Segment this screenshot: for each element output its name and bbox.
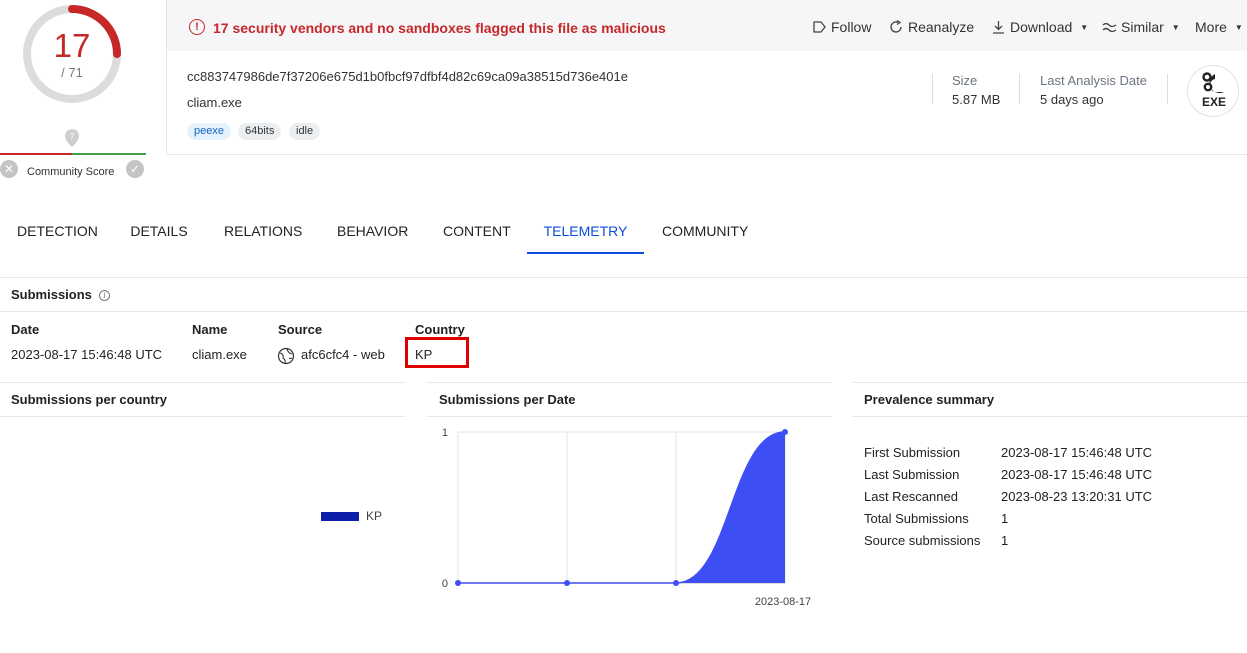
divider — [427, 416, 832, 417]
detection-count: 17 — [53, 27, 91, 64]
divider — [852, 382, 1247, 383]
divider — [0, 416, 405, 417]
x-tick-label: 2023-08-17 — [755, 596, 811, 608]
tab-detection[interactable]: DETECTION — [17, 210, 98, 254]
tab-behavior[interactable]: BEHAVIOR — [337, 210, 408, 254]
column-header-source: Source — [278, 322, 323, 337]
gears-icon — [1202, 72, 1224, 94]
tab-content[interactable]: CONTENT — [443, 210, 511, 254]
submissions-per-date-chart: 1 0 2023-08-17 — [442, 427, 811, 608]
source-submissions-value: 1 — [1001, 533, 1009, 548]
chevron-down-icon: ▼ — [1171, 22, 1180, 32]
tag-64bits[interactable]: 64bits — [238, 123, 282, 140]
vote-malicious-icon[interactable]: ✕ — [0, 160, 18, 178]
y-tick-label: 1 — [442, 427, 448, 439]
last-analysis-label: Last Analysis Date — [1040, 73, 1147, 88]
community-score-label: Community Score — [27, 166, 115, 178]
size-value: 5.87 MB — [952, 92, 1001, 107]
legend-label-kp: KP — [366, 509, 383, 523]
download-button[interactable]: Download ▼ — [991, 19, 1088, 35]
tag-idle[interactable]: idle — [289, 123, 321, 140]
size-label: Size — [952, 73, 978, 88]
download-icon — [993, 21, 1004, 34]
reanalyze-button[interactable]: Reanalyze — [889, 19, 974, 35]
per-date-title: Submissions per Date — [439, 392, 576, 407]
data-point — [564, 580, 570, 586]
divider — [852, 416, 1247, 417]
submission-date: 2023-08-17 15:46:48 UTC — [11, 347, 163, 362]
legend-swatch-kp — [321, 512, 359, 521]
tab-telemetry[interactable]: TELEMETRY — [527, 210, 644, 254]
submission-source[interactable]: afc6cfc4 - web — [301, 347, 385, 362]
refresh-icon — [890, 20, 902, 33]
last-rescanned-value: 2023-08-23 13:20:31 UTC — [1001, 489, 1153, 504]
follow-icon — [813, 21, 826, 33]
engine-total: / 71 — [61, 65, 83, 80]
tab-details[interactable]: DETAILS — [130, 210, 188, 254]
column-header-date: Date — [11, 322, 40, 337]
divider — [1167, 74, 1168, 104]
data-point — [455, 580, 461, 586]
similar-button[interactable]: Similar ▼ — [1102, 19, 1180, 35]
globe-icon — [277, 347, 295, 365]
data-point — [782, 429, 788, 435]
divider — [0, 311, 1247, 312]
svg-text:?: ? — [70, 132, 75, 141]
more-label: More — [1195, 19, 1227, 35]
alert-bar: ! 17 security vendors and no sandboxes f… — [167, 0, 1247, 51]
first-submission-value: 2023-08-17 15:46:48 UTC — [1001, 445, 1153, 460]
file-header-card: ! 17 security vendors and no sandboxes f… — [166, 0, 1247, 155]
vote-harmless-icon[interactable]: ✓ — [126, 160, 144, 178]
tag-peexe[interactable]: peexe — [187, 123, 231, 140]
follow-button[interactable]: Follow — [812, 19, 871, 35]
more-button[interactable]: More ▼ — [1195, 19, 1243, 35]
file-hash[interactable]: cc883747986de7f37206e675d1b0fbcf97dfbf4d… — [187, 69, 628, 84]
last-analysis-value: 5 days ago — [1040, 92, 1104, 107]
chevron-down-icon: ▼ — [1080, 22, 1089, 32]
download-label: Download — [1010, 19, 1073, 35]
prevalence-title: Prevalence summary — [864, 392, 995, 407]
detection-score-widget: 17 / 71 ? ✕ Community Score ✓ — [0, 0, 148, 185]
similar-label: Similar — [1121, 19, 1164, 35]
total-submissions-label: Total Submissions — [864, 511, 969, 526]
submission-name: cliam.exe — [192, 347, 247, 362]
divider — [0, 382, 405, 383]
reanalyze-label: Reanalyze — [908, 19, 975, 35]
tab-community[interactable]: COMMUNITY — [662, 210, 748, 254]
last-rescanned-label: Last Rescanned — [864, 489, 958, 504]
column-header-name: Name — [192, 322, 228, 337]
divider — [1019, 74, 1020, 104]
file-type-badge: EXE — [1187, 65, 1239, 117]
data-point — [673, 580, 679, 586]
per-country-title: Submissions per country — [11, 392, 168, 407]
divider — [427, 382, 832, 383]
submissions-title: Submissions — [11, 287, 92, 302]
first-submission-label: First Submission — [864, 445, 961, 460]
community-score-bar — [0, 153, 146, 155]
last-submission-value: 2023-08-17 15:46:48 UTC — [1001, 467, 1153, 482]
similar-icon — [1102, 22, 1117, 33]
info-icon[interactable]: i — [99, 290, 110, 301]
map-pin-icon: ? — [65, 129, 79, 147]
tabs-divider — [0, 277, 1247, 278]
column-header-country: Country — [415, 322, 465, 337]
area-series — [458, 432, 785, 583]
chevron-down-icon: ▼ — [1234, 22, 1243, 32]
y-tick-label: 0 — [442, 578, 448, 590]
file-name: cliam.exe — [187, 95, 242, 110]
follow-label: Follow — [831, 19, 872, 35]
total-submissions-value: 1 — [1001, 511, 1009, 526]
tab-relations[interactable]: RELATIONS — [224, 210, 302, 254]
file-type-label: EXE — [1201, 95, 1226, 109]
alert-icon: ! — [189, 19, 205, 35]
source-submissions-label: Source submissions — [864, 533, 981, 548]
tab-bar: DETECTION DETAILS RELATIONS BEHAVIOR CON… — [0, 210, 1247, 254]
divider — [932, 74, 933, 104]
last-submission-label: Last Submission — [864, 467, 960, 482]
highlight-box — [405, 337, 469, 368]
alert-text: 17 security vendors and no sandboxes fla… — [213, 20, 666, 36]
